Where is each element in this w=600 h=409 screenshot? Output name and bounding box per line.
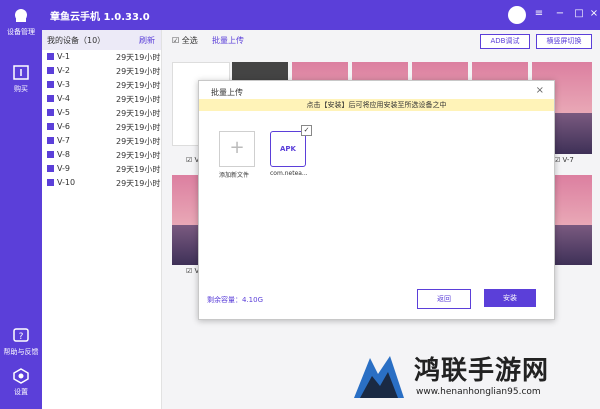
device-row[interactable]: V-6 29天19小时 (42, 120, 161, 134)
device-time: 29天19小时 (116, 123, 161, 132)
rail-help[interactable]: ? 帮助与反馈 (0, 328, 42, 357)
add-file-button[interactable]: + (219, 131, 255, 167)
menu-icon[interactable]: ≡ (532, 7, 546, 21)
refresh-button[interactable]: 刷新 (139, 35, 155, 46)
device-checkbox[interactable] (47, 137, 54, 144)
toolbar: ☑ 全选 批量上传 ADB调试 横竖屏切换 (162, 30, 600, 52)
site-logo-icon (354, 356, 404, 398)
maximize-icon[interactable]: □ (572, 7, 586, 21)
device-time: 29天19小时 (116, 53, 161, 62)
device-checkbox[interactable] (47, 123, 54, 130)
close-icon[interactable]: × (587, 7, 600, 21)
site-watermark: 鸿联手游网 www.henanhonglian95.com (348, 348, 600, 409)
device-checkbox[interactable] (47, 151, 54, 158)
add-file-caption: 添加新文件 (219, 172, 250, 179)
left-rail: 设备管理 购买 ? 帮助与反馈 设置 (0, 0, 42, 409)
device-row[interactable]: V-1 29天19小时 (42, 50, 161, 64)
device-row[interactable]: V-4 29天19小时 (42, 92, 161, 106)
device-time: 29天19小时 (116, 151, 161, 160)
device-time: 29天19小时 (116, 165, 161, 174)
device-row[interactable]: V-9 29天19小时 (42, 162, 161, 176)
device-name: V-2 (57, 66, 70, 75)
apk-checkbox[interactable]: ✓ (301, 125, 312, 136)
adb-debug-button[interactable]: ADB调试 (480, 34, 530, 49)
device-name: V-7 (57, 136, 70, 145)
apk-badge: APK (280, 145, 296, 153)
watermark-url: www.henanhonglian95.com (416, 387, 541, 397)
batch-upload-button[interactable]: 批量上传 (212, 35, 244, 47)
device-time: 29天19小时 (116, 81, 161, 90)
device-row[interactable]: V-5 29天19小时 (42, 106, 161, 120)
rail-purchase-label: 购买 (14, 85, 28, 93)
device-time: 29天19小时 (116, 67, 161, 76)
device-checkbox[interactable] (47, 67, 54, 74)
device-row[interactable]: V-2 29天19小时 (42, 64, 161, 78)
install-button[interactable]: 安装 (484, 289, 536, 307)
remaining-storage: 剩余容量：4.10G (207, 296, 264, 304)
device-name: V-3 (57, 80, 70, 89)
device-list: V-1 29天19小时 V-2 29天19小时 V-3 29天19小时 V-4 29天19小时… (42, 50, 161, 190)
device-checkbox[interactable] (47, 53, 54, 60)
device-name: V-5 (57, 108, 70, 117)
device-name: V-9 (57, 164, 70, 173)
tile-7-label-text: V-7 (562, 156, 574, 164)
device-row[interactable]: V-7 29天19小时 (42, 134, 161, 148)
minimize-icon[interactable]: − (553, 7, 567, 21)
device-row[interactable]: V-8 29天19小时 (42, 148, 161, 162)
app-title: 章鱼云手机 1.0.33.0 (50, 12, 150, 23)
device-header: 我的设备（10） 刷新 (42, 30, 161, 50)
device-time: 29天19小时 (116, 109, 161, 118)
device-time: 29天19小时 (116, 95, 161, 104)
device-time: 29天19小时 (116, 137, 161, 146)
device-row[interactable]: V-10 29天19小时 (42, 176, 161, 190)
rail-device-mgmt[interactable]: 设备管理 (0, 8, 42, 37)
device-time: 29天19小时 (116, 179, 161, 188)
tile-7-label: ☑ V-7 (554, 156, 574, 164)
device-checkbox[interactable] (47, 179, 54, 186)
rail-help-label: 帮助与反馈 (3, 348, 39, 356)
screen-rotate-button[interactable]: 横竖屏切换 (536, 34, 592, 49)
device-checkbox[interactable] (47, 165, 54, 172)
dialog-title: 批量上传 (211, 88, 243, 97)
title-bar: 章鱼云手机 1.0.33.0 ≡ − □ × (42, 0, 600, 30)
device-name: V-10 (57, 178, 76, 187)
device-name: V-8 (57, 150, 70, 159)
device-checkbox[interactable] (47, 109, 54, 116)
avatar[interactable] (508, 6, 526, 24)
device-panel: 我的设备（10） 刷新 V-1 29天19小时 V-2 29天19小时 V-3 29天19… (42, 30, 162, 409)
batch-upload-dialog: 批量上传 × 点击【安装】后可将应用安装至所选设备之中 + 添加新文件 APK … (198, 80, 555, 320)
octopus-logo-icon (15, 9, 27, 22)
apk-file-item[interactable]: APK (270, 131, 306, 167)
rail-settings-label: 设置 (14, 388, 28, 396)
gear-icon (13, 368, 29, 384)
cart-icon (13, 65, 29, 80)
svg-text:?: ? (19, 332, 24, 342)
device-count-title: 我的设备（10） (47, 36, 106, 45)
device-checkbox[interactable] (47, 95, 54, 102)
watermark-title: 鸿联手游网 (414, 356, 550, 386)
device-checkbox[interactable] (47, 81, 54, 88)
rail-device-mgmt-label: 设备管理 (7, 28, 35, 36)
device-name: V-4 (57, 94, 70, 103)
apk-filename: com.netea... (270, 170, 308, 177)
device-row[interactable]: V-3 29天19小时 (42, 78, 161, 92)
help-icon: ? (13, 328, 29, 342)
install-hint-banner: 点击【安装】后可将应用安装至所选设备之中 (199, 99, 554, 111)
device-name: V-6 (57, 122, 70, 131)
rail-settings[interactable]: 设置 (0, 368, 42, 397)
back-button[interactable]: 返回 (417, 289, 471, 309)
select-all-label: 全选 (181, 36, 198, 45)
device-name: V-1 (57, 52, 70, 61)
select-all-checkbox[interactable]: ☑ 全选 (172, 35, 198, 47)
dialog-close-icon[interactable]: × (536, 85, 544, 96)
rail-purchase[interactable]: 购买 (0, 65, 42, 94)
